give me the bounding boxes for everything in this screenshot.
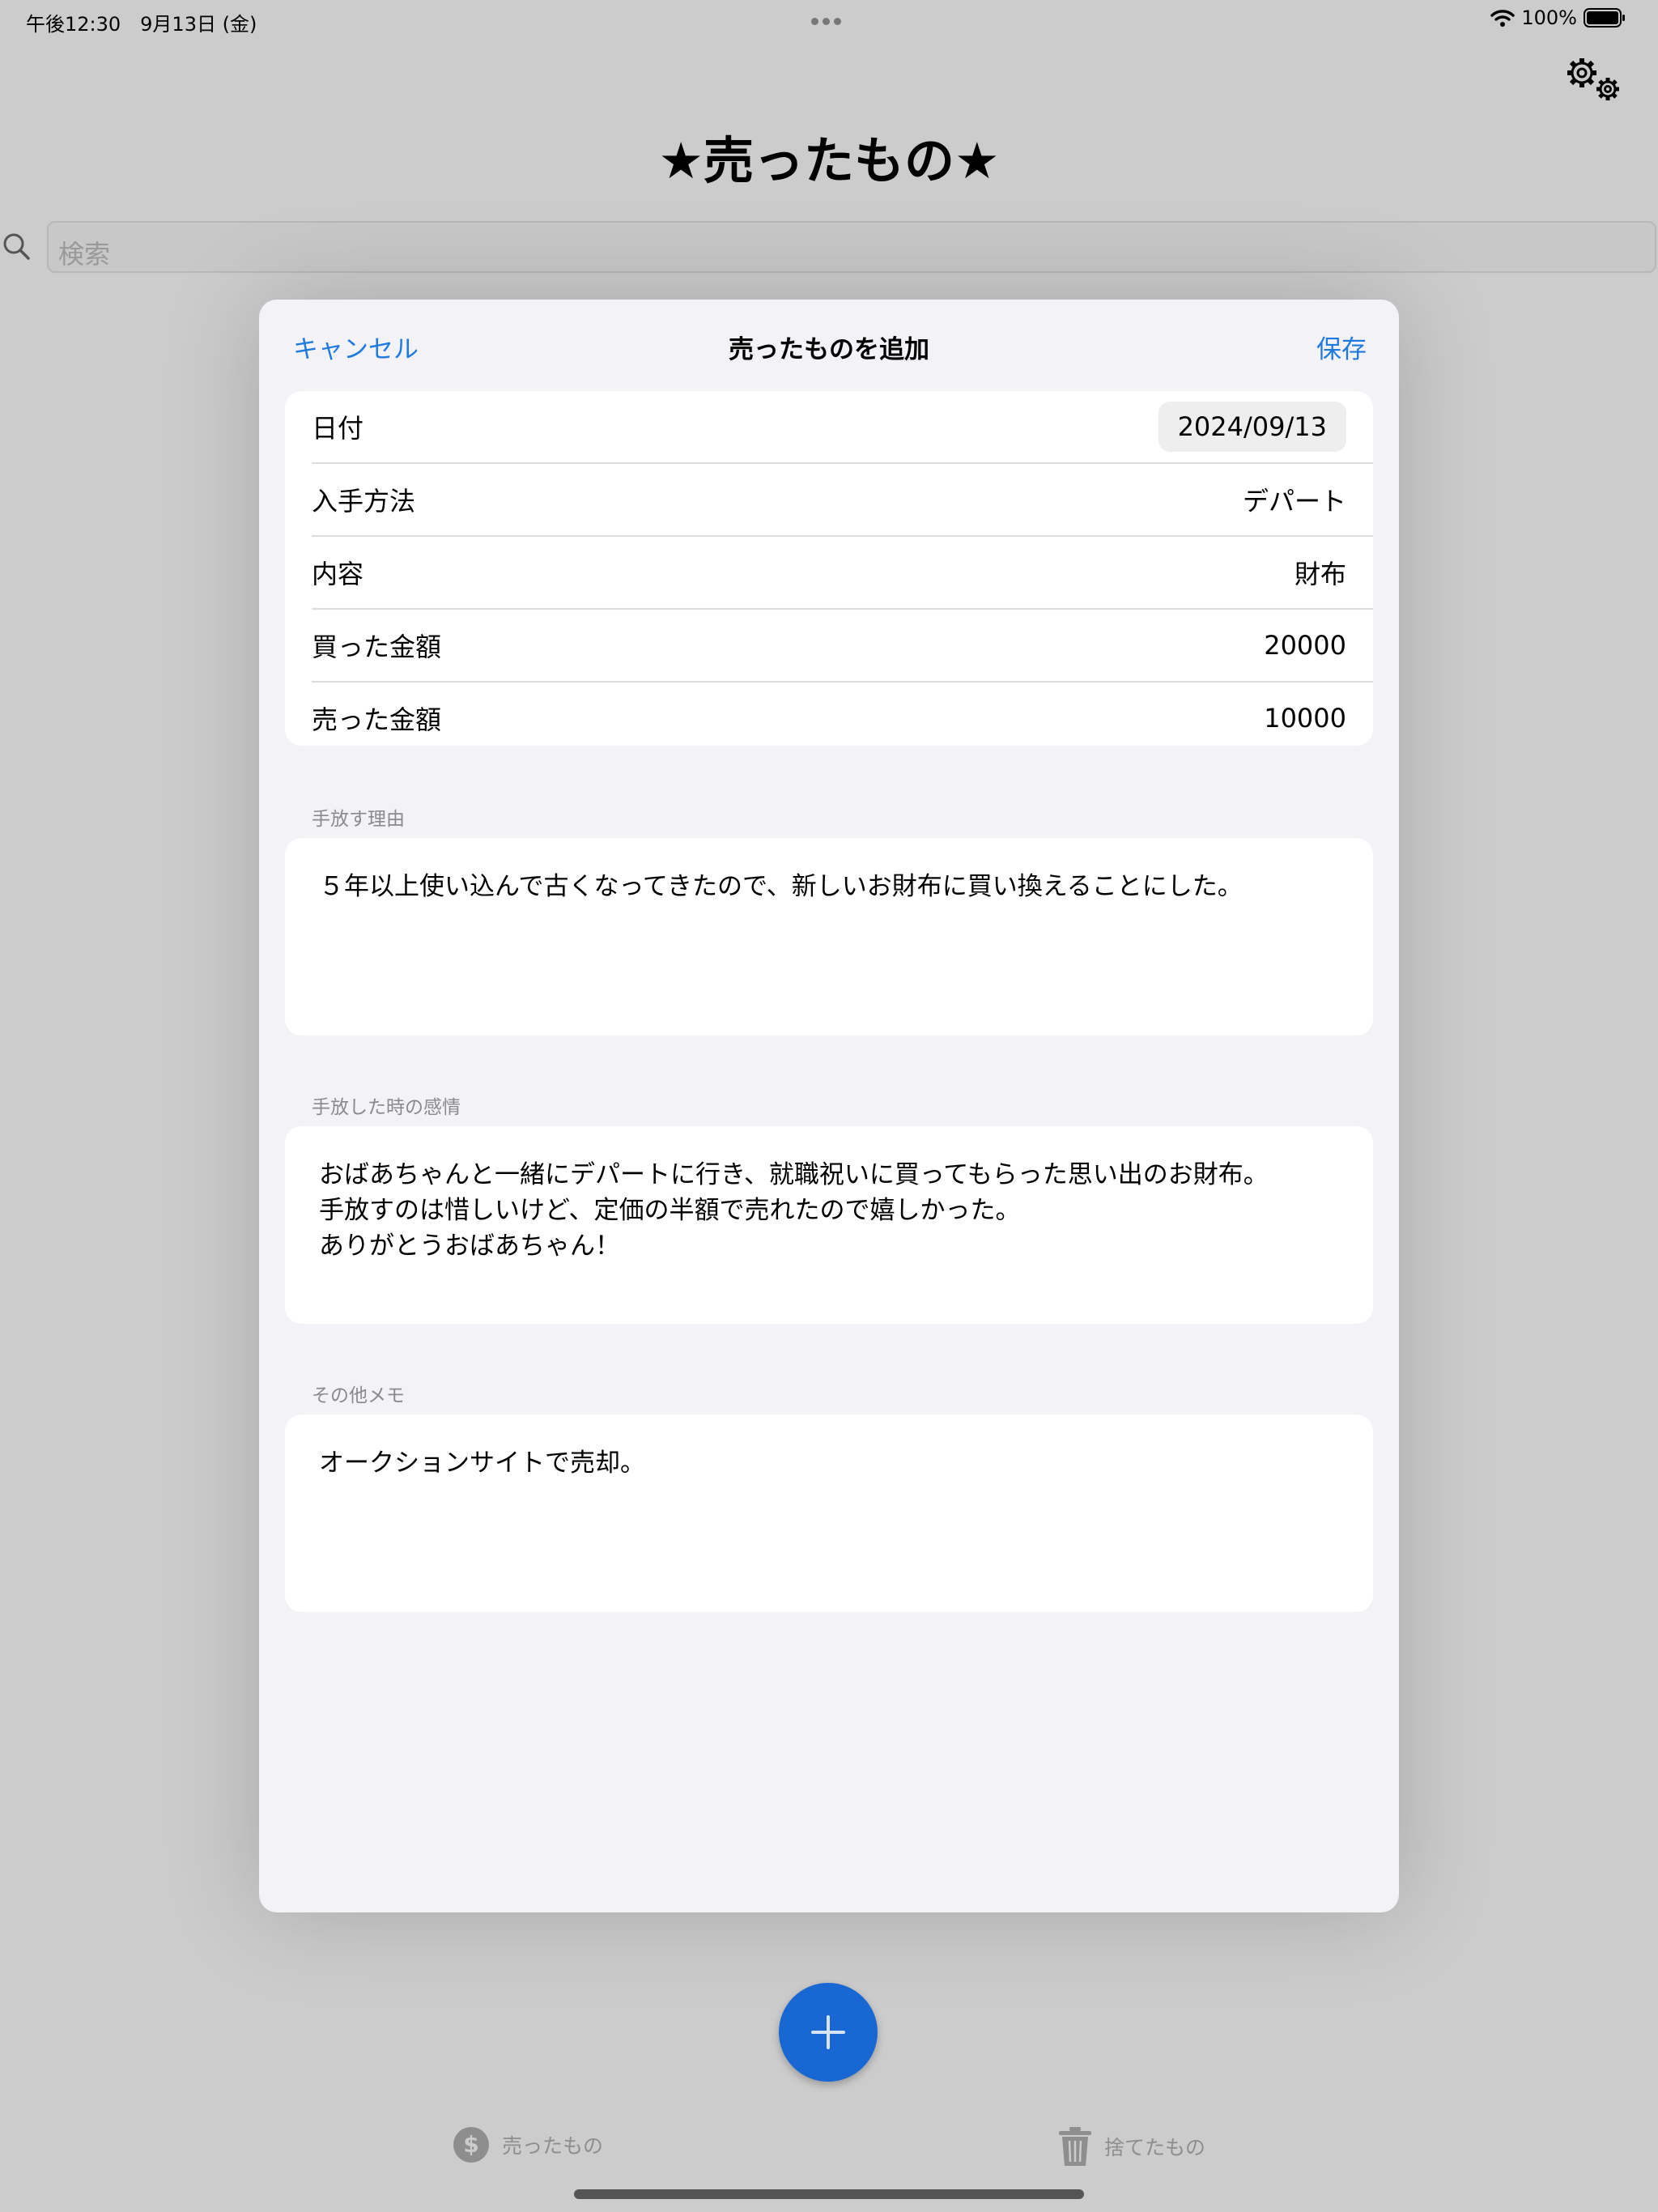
home-indicator[interactable] (574, 2189, 1084, 2199)
date-label: 日付 (312, 413, 364, 444)
add-button[interactable] (779, 1983, 878, 2082)
tab-discarded-items[interactable]: 捨てたもの (1057, 2125, 1205, 2167)
sheet-header: キャンセル 売ったものを追加 保存 (259, 300, 1399, 389)
feelings-section-label: 手放した時の感情 (312, 1097, 461, 1118)
content-field[interactable]: 財布 (1295, 554, 1346, 591)
purchase-price-field[interactable]: 20000 (1264, 630, 1346, 661)
battery-icon (1584, 7, 1626, 28)
sale-price-field[interactable]: 10000 (1264, 703, 1346, 734)
settings-gear-icon[interactable] (1561, 53, 1626, 105)
content-label: 内容 (312, 559, 364, 589)
tab-discarded-items-label: 捨てたもの (1104, 2136, 1206, 2159)
search-icon (0, 230, 32, 262)
date-row: 日付 2024/09/13 (312, 391, 1373, 464)
page-title: ★売ったもの★ (658, 131, 1000, 190)
sheet-title: 売ったものを追加 (729, 335, 929, 364)
acquisition-method-label: 入手方法 (312, 486, 416, 517)
purchase-price-label: 買った金額 (312, 632, 442, 662)
sale-price-label: 売った金額 (312, 704, 442, 735)
feelings-textarea[interactable]: おばあちゃんと一緒にデパートに行き、就職祝いに買ってもらった思い出のお財布。 手… (285, 1126, 1373, 1324)
plus-icon (811, 2015, 845, 2049)
memo-textarea[interactable]: オークションサイトで売却。 (285, 1414, 1373, 1612)
item-details-form: 日付 2024/09/13 入手方法 デパート 内容 財布 買った金額 2000… (285, 391, 1373, 746)
add-sold-item-sheet: キャンセル 売ったものを追加 保存 日付 2024/09/13 入手方法 デパー… (259, 300, 1399, 1912)
wifi-icon (1490, 8, 1516, 28)
dollar-circle-icon: $ (453, 2127, 489, 2163)
status-time-date: 午後12:30 9月13日 (金) (26, 13, 257, 36)
battery-percent: 100% (1521, 6, 1577, 29)
save-button[interactable]: 保存 (1316, 329, 1367, 365)
acquisition-method-field[interactable]: デパート (1243, 481, 1346, 518)
content-row[interactable]: 内容 財布 (312, 537, 1373, 610)
status-bar: 午後12:30 9月13日 (金) 100% (0, 0, 1658, 39)
memo-section-label: その他メモ (312, 1385, 405, 1406)
tab-sold-items-label: 売ったもの (502, 2134, 604, 2158)
purchase-price-row[interactable]: 買った金額 20000 (312, 610, 1373, 683)
reason-textarea[interactable]: ５年以上使い込んで古くなってきたので、新しいお財布に買い換えることにした。 (285, 838, 1373, 1036)
search-input[interactable]: 検索 (47, 221, 1656, 273)
reason-section-label: 手放す理由 (312, 809, 405, 830)
date-picker[interactable]: 2024/09/13 (1158, 402, 1346, 452)
tab-sold-items[interactable]: $ 売ったもの (452, 2125, 603, 2164)
multitasking-dots-icon[interactable] (811, 13, 847, 25)
trash-icon (1059, 2127, 1091, 2166)
acquisition-method-row[interactable]: 入手方法 デパート (312, 464, 1373, 537)
svg-text:$: $ (463, 2131, 478, 2158)
sale-price-row[interactable]: 売った金額 10000 (312, 683, 1373, 746)
status-right: 100% (1490, 6, 1626, 29)
